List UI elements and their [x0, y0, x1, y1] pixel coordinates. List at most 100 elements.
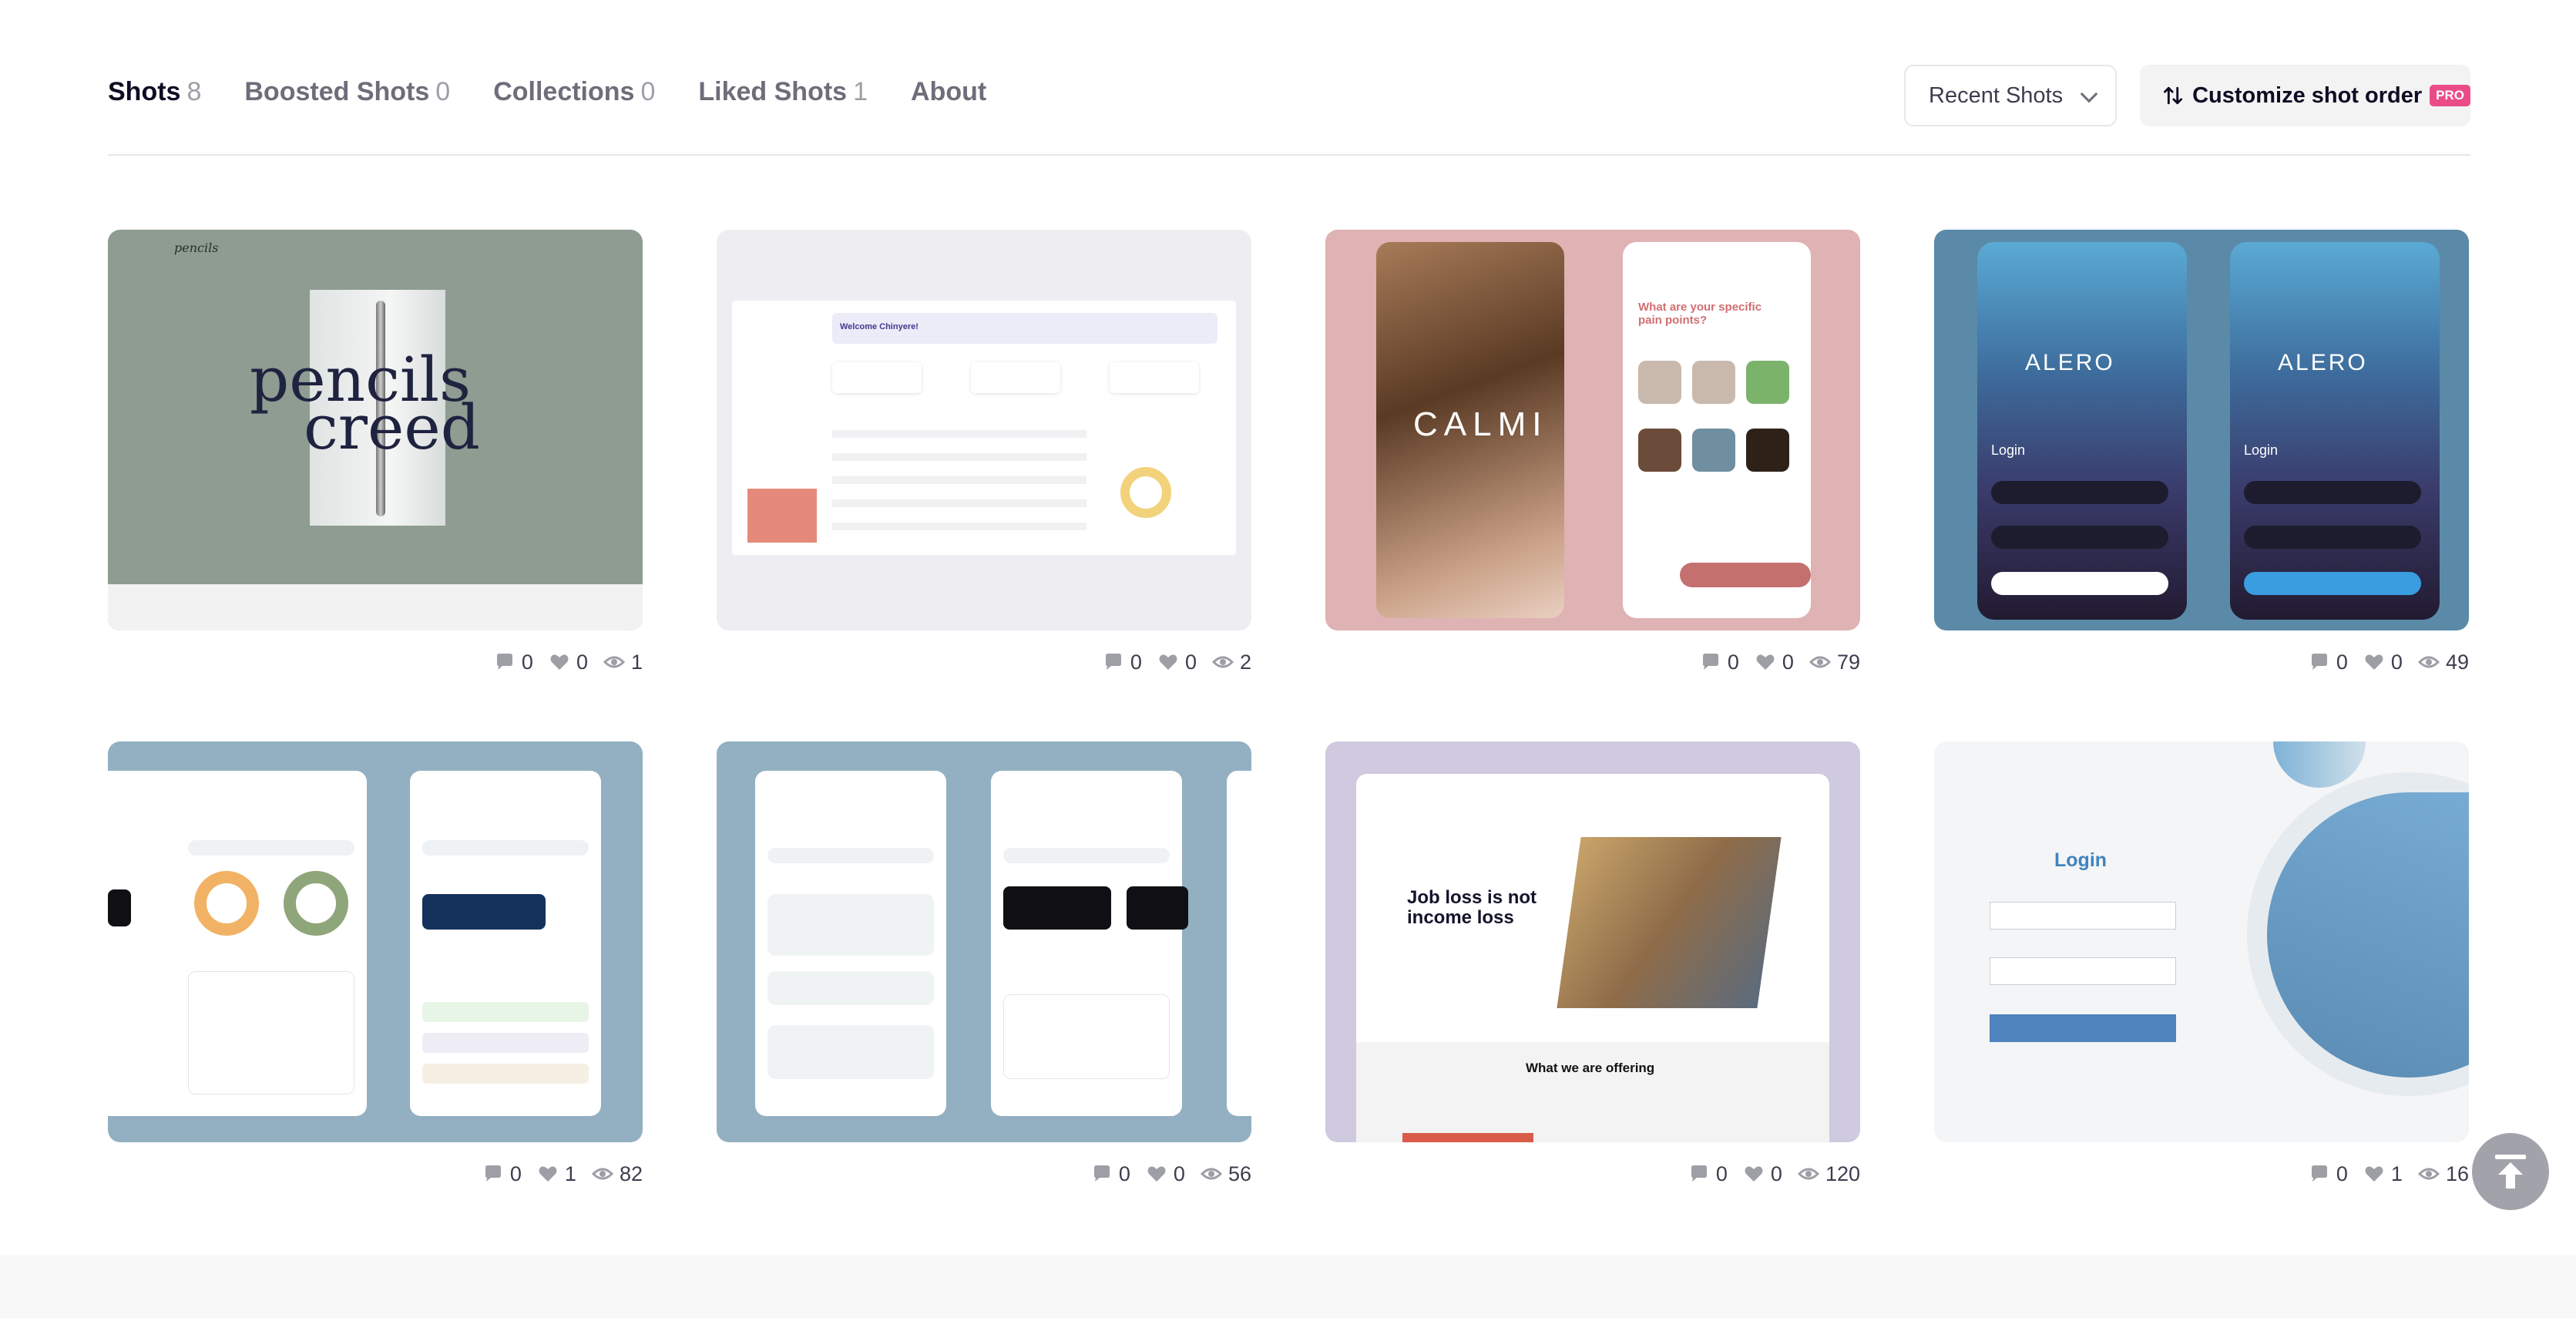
thumbnail-chart: [188, 971, 354, 1094]
footer-band: [0, 1255, 2576, 1318]
shot-stats: 0 1 16: [1934, 1156, 2469, 1192]
thumbnail-phone: [755, 771, 946, 1116]
likes-count: 0: [2390, 650, 2403, 674]
thumbnail-phone: [410, 771, 601, 1116]
eye-icon: [1200, 1168, 1222, 1180]
shot-stats: 0 0 49: [1934, 644, 2469, 680]
heart-icon: [539, 1166, 557, 1182]
back-to-top-button[interactable]: [2472, 1133, 2549, 1210]
views-count: 56: [1228, 1162, 1251, 1185]
tab-count: 8: [186, 77, 202, 106]
comments-stat: 0: [482, 1162, 522, 1186]
heart-icon: [1147, 1166, 1166, 1182]
thumbnail-phone: [1977, 242, 2187, 620]
shot-thumbnail[interactable]: ALERO Login ALERO Login: [1934, 230, 2469, 630]
views-stat: 82: [591, 1162, 643, 1186]
shot-thumbnail[interactable]: CALMI What are your specific pain points…: [1325, 230, 1860, 630]
shot-thumbnail[interactable]: [717, 741, 1251, 1142]
thumbnail-strip: [1402, 1133, 1533, 1142]
comment-icon: [1105, 654, 1121, 670]
heart-icon: [2365, 654, 2383, 670]
thumbnail-row: [832, 430, 1086, 438]
thumbnail-headline: pencils creed: [250, 349, 480, 459]
shot-stats: 0 0 1: [108, 644, 643, 680]
tab-collections[interactable]: Collections 0: [493, 77, 655, 107]
thumbnail-info-box: [767, 1025, 934, 1079]
tab-boosted-shots[interactable]: Boosted Shots 0: [244, 77, 450, 107]
tab-label: Liked Shots: [698, 77, 848, 106]
thumbnail-tile: [1692, 361, 1735, 404]
comment-icon: [1702, 654, 1718, 670]
tab-label: Shots: [108, 77, 181, 106]
thumbnail-logo-text: pencils: [174, 240, 219, 255]
comments-count: 0: [1118, 1162, 1130, 1185]
sort-dropdown[interactable]: Recent Shots: [1904, 65, 2117, 126]
thumbnail-row: [422, 1033, 589, 1053]
tab-count: 1: [853, 77, 868, 106]
shot-stats: 0 0 2: [717, 644, 1251, 680]
likes-count: 0: [576, 650, 588, 674]
thumbnail-info-box: [767, 894, 934, 956]
likes-stat: 0: [549, 651, 588, 674]
views-stat: 2: [1211, 650, 1251, 674]
comments-stat: 0: [1688, 1162, 1728, 1186]
shot-card: pencils pencils creed 0 0 1: [108, 230, 643, 680]
eye-icon: [591, 1168, 613, 1180]
shot-thumbnail[interactable]: Job loss is not income loss What we are …: [1325, 741, 1860, 1142]
likes-stat: 1: [2363, 1162, 2403, 1186]
comments-stat: 0: [1103, 651, 1142, 674]
shot-thumbnail[interactable]: Welcome Chinyere!: [717, 230, 1251, 630]
thumbnail-row: [832, 499, 1086, 507]
thumbnail-footer-strip: [108, 584, 643, 630]
thumbnail-tile: [1746, 429, 1789, 472]
likes-count: 0: [1184, 650, 1197, 674]
tab-liked-shots[interactable]: Liked Shots 1: [698, 77, 868, 107]
welcome-text: Welcome Chinyere!: [840, 322, 919, 331]
views-count: 120: [1825, 1162, 1860, 1185]
thumbnail-brand-text: ALERO: [2278, 350, 2368, 375]
customize-shot-order-button[interactable]: Customize shot order PRO: [2140, 65, 2470, 126]
heart-icon: [1159, 654, 1177, 670]
shot-card: Login 0 1 16: [1934, 741, 2469, 1192]
tab-shots[interactable]: Shots 8: [108, 77, 201, 107]
thumbnail-tile: [1692, 429, 1735, 472]
profile-tabs: Shots 8 Boosted Shots 0 Collections 0 Liked…: [108, 77, 986, 107]
chevron-down-icon: [2080, 85, 2098, 103]
thumbnail-input: [1990, 902, 2176, 930]
eye-icon: [1211, 656, 1234, 668]
eye-icon: [603, 656, 625, 668]
thumbnail-grid: [1003, 994, 1170, 1079]
thumbnail-card: [1003, 886, 1111, 930]
thumbnail-login-text: Login: [2244, 442, 2279, 458]
thumbnail-info-box: [767, 971, 934, 1005]
shot-stats: 0 1 82: [108, 1156, 643, 1192]
comments-count: 0: [1727, 650, 1739, 674]
thumbnail-brand-text: CALMI: [1413, 405, 1548, 443]
sort-arrows-icon: [2164, 86, 2183, 105]
thumbnail-phone: [1227, 771, 1251, 1116]
views-count: 2: [1239, 650, 1251, 674]
comments-count: 0: [2336, 1162, 2348, 1185]
hero-line: Job loss is not: [1407, 887, 1537, 908]
thumbnail-donut: [284, 871, 348, 936]
eye-icon: [2417, 656, 2440, 668]
thumbnail-button: [1680, 563, 1811, 587]
shot-thumbnail[interactable]: Login: [1934, 741, 2469, 1142]
views-stat: 1: [603, 651, 643, 674]
comment-icon: [2311, 1165, 2327, 1182]
views-count: 1: [630, 650, 643, 674]
likes-stat: 0: [1743, 1162, 1782, 1186]
views-stat: 16: [2417, 1162, 2469, 1186]
shot-thumbnail[interactable]: [108, 741, 643, 1142]
tab-about[interactable]: About: [911, 77, 986, 107]
thumbnail-bar: [767, 848, 934, 863]
thumbnail-bar: [422, 840, 589, 856]
tab-count: 0: [640, 77, 656, 106]
shot-card: Job loss is not income loss What we are …: [1325, 741, 1860, 1192]
thumbnail-tile: [1638, 429, 1681, 472]
thumbnail-input: [1991, 526, 2168, 549]
thumbnail-row: [832, 453, 1086, 461]
thumbnail-card: [108, 889, 131, 926]
shot-thumbnail[interactable]: pencils pencils creed: [108, 230, 643, 630]
thumbnail-phone: [2230, 242, 2440, 620]
